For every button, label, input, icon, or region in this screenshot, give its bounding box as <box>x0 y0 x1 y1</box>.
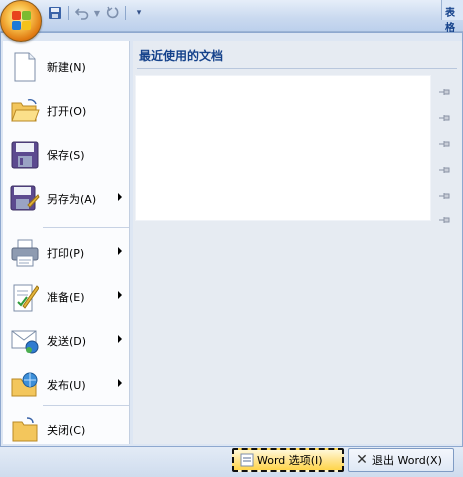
menu-item-publish[interactable]: 发布(U) <box>3 363 130 407</box>
recent-documents-title: 最近使用的文档 <box>139 49 224 63</box>
menu-item-label: 打印(P) <box>47 247 85 260</box>
title-bar: ▼ ▾ 表格 <box>0 0 463 34</box>
close-folder-icon <box>3 408 47 452</box>
office-menu: 新建(N) 打开(O) 保存(S) 另存为(A) 打印(P) 准备(E) 发送(… <box>0 32 463 447</box>
pin-icon[interactable] <box>438 165 452 175</box>
submenu-arrow-icon <box>118 379 122 387</box>
submenu-arrow-icon <box>118 193 122 201</box>
publish-icon <box>3 363 47 407</box>
menu-item-send[interactable]: 发送(D) <box>3 319 130 363</box>
quick-access-toolbar: ▼ ▾ <box>46 4 148 22</box>
recent-documents-pane: 最近使用的文档 <box>133 41 462 444</box>
submenu-arrow-icon <box>118 291 122 299</box>
customize-qat-icon[interactable]: ▾ <box>130 4 148 22</box>
menu-item-label: 打开(O) <box>47 105 87 118</box>
exit-word-label: 退出 Word(X) <box>372 454 442 467</box>
menu-separator <box>43 227 129 228</box>
pin-icon[interactable] <box>438 139 452 149</box>
submenu-arrow-icon <box>118 247 122 255</box>
word-options-label: Word 选项(I) <box>257 454 323 467</box>
undo-icon[interactable] <box>73 4 91 22</box>
new-document-icon <box>3 45 47 89</box>
options-icon <box>237 453 257 467</box>
open-folder-icon <box>3 89 47 133</box>
save-as-icon <box>3 177 47 221</box>
print-icon <box>3 231 47 275</box>
word-options-button[interactable]: Word 选项(I) <box>232 448 344 472</box>
save-icon <box>3 133 47 177</box>
close-icon: ✕ <box>356 452 368 468</box>
pin-icon[interactable] <box>438 87 452 97</box>
redo-icon[interactable] <box>103 4 121 22</box>
menu-item-label: 发送(D) <box>47 335 87 348</box>
menu-item-label: 保存(S) <box>47 149 85 162</box>
save-icon[interactable] <box>46 4 64 22</box>
chevron-down-icon[interactable]: ▼ <box>93 4 101 22</box>
menu-item-label: 发布(U) <box>47 379 86 392</box>
toolbar-separator <box>125 6 126 20</box>
recent-divider <box>137 68 457 69</box>
menu-item-open[interactable]: 打开(O) <box>3 89 130 133</box>
office-logo-icon <box>12 11 32 31</box>
menu-item-label: 新建(N) <box>47 61 86 74</box>
menu-separator <box>43 405 129 406</box>
ribbon-tab-fragment[interactable]: 表格 <box>441 0 463 34</box>
send-icon <box>3 319 47 363</box>
prepare-icon <box>3 275 47 319</box>
command-list: 新建(N) 打开(O) 保存(S) 另存为(A) 打印(P) 准备(E) 发送(… <box>3 41 130 444</box>
pin-icon[interactable] <box>438 113 452 123</box>
pin-icon[interactable] <box>438 191 452 201</box>
menu-item-print[interactable]: 打印(P) <box>3 231 130 275</box>
recent-documents-list <box>135 75 431 221</box>
menu-item-save[interactable]: 保存(S) <box>3 133 130 177</box>
menu-item-prepare[interactable]: 准备(E) <box>3 275 130 319</box>
menu-item-label: 关闭(C) <box>47 424 86 437</box>
pin-icon[interactable] <box>438 215 452 225</box>
toolbar-separator <box>68 6 69 20</box>
submenu-arrow-icon <box>118 335 122 343</box>
office-button[interactable] <box>0 0 42 42</box>
menu-item-label: 准备(E) <box>47 291 85 304</box>
menu-item-new[interactable]: 新建(N) <box>3 45 130 89</box>
menu-item-label: 另存为(A) <box>47 193 97 206</box>
menu-item-save-as[interactable]: 另存为(A) <box>3 177 130 221</box>
exit-word-button[interactable]: ✕ 退出 Word(X) <box>348 448 454 472</box>
menu-item-close[interactable]: 关闭(C) <box>3 408 130 452</box>
